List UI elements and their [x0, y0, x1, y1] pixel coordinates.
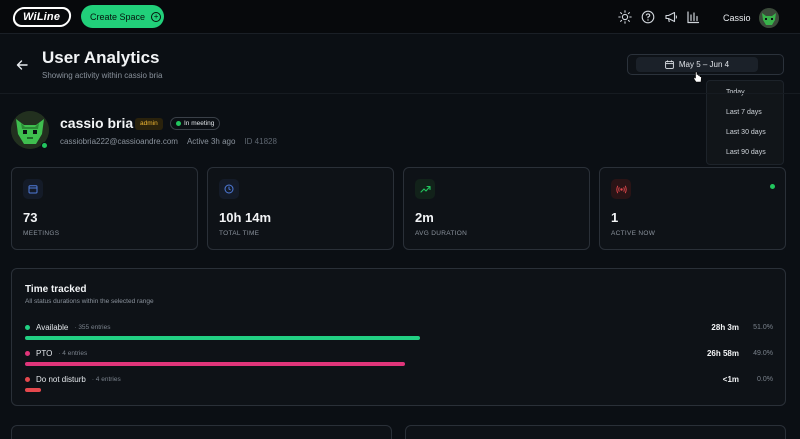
status-color-dot	[25, 351, 30, 356]
status-bar-pto	[25, 362, 405, 366]
stat-value: 10h 14m	[219, 210, 272, 225]
range-option-90-days[interactable]: Last 90 days	[726, 149, 766, 156]
stat-card-active-now: 1 ACTIVE NOW	[599, 167, 786, 250]
role-badge: admin	[135, 118, 163, 130]
entry-count-value: 4 entries	[95, 376, 121, 383]
range-option-30-days[interactable]: Last 30 days	[726, 129, 766, 136]
broadcast-icon	[611, 179, 631, 199]
stat-value: 1	[611, 210, 619, 225]
status-duration: 26h 58m	[706, 349, 739, 358]
stat-label: AVG DURATION	[415, 230, 468, 237]
megaphone-icon[interactable]	[664, 10, 678, 24]
trending-up-icon	[415, 179, 435, 199]
entry-count-value: 4 entries	[62, 350, 88, 357]
clock-icon	[219, 179, 239, 199]
live-indicator-dot	[770, 184, 775, 189]
status-bar-available	[25, 336, 420, 340]
status-percent: 0.0%	[757, 376, 773, 383]
stat-label: TOTAL TIME	[219, 230, 260, 237]
create-space-button[interactable]: Create Space +	[81, 5, 164, 28]
entry-count-value: 355 entries	[78, 324, 111, 331]
header-divider	[0, 93, 800, 94]
stat-label: ACTIVE NOW	[611, 230, 656, 237]
range-option-7-days[interactable]: Last 7 days	[726, 109, 762, 116]
entry-count: · 4 entries	[91, 376, 121, 383]
profile-meta: cassiobria222@cassioandre.com Active 3h …	[60, 137, 277, 146]
logo-text: WiLine	[23, 11, 61, 23]
date-range-picker[interactable]: May 5 – Jun 4	[627, 54, 784, 75]
help-icon[interactable]	[641, 10, 655, 24]
status-percent: 49.0%	[753, 350, 773, 357]
stat-card-total-time: 10h 14m TOTAL TIME	[207, 167, 394, 250]
status-name: PTO	[36, 349, 53, 358]
profile-name: cassio bria	[60, 115, 134, 131]
status-color-dot	[25, 325, 30, 330]
user-menu-name: Cassio	[723, 13, 751, 23]
page-subtitle: Showing activity within cassio bria	[42, 71, 163, 80]
status-name: Do not disturb	[36, 375, 86, 384]
status-percent: 51.0%	[753, 324, 773, 331]
status-row-label: Available · 355 entries	[25, 323, 110, 332]
status-duration: 28h 3m	[711, 323, 739, 332]
stat-value: 73	[23, 210, 38, 225]
top-nav-bar: WiLine Create Space + Cassio	[0, 0, 800, 34]
status-name: Available	[36, 323, 69, 332]
profile-email: cassiobria222@cassioandre.com	[60, 137, 178, 146]
bottom-card-left	[11, 425, 392, 439]
mouse-pointer-icon	[693, 71, 702, 83]
profile-last-active: Active 3h ago	[186, 137, 236, 146]
user-menu[interactable]: Cassio	[723, 8, 779, 28]
plus-circle-icon: +	[151, 11, 162, 22]
status-text: In meeting	[184, 120, 215, 127]
calendar-icon	[665, 60, 674, 69]
status-row-label: PTO · 4 entries	[25, 349, 87, 358]
user-avatar	[758, 8, 779, 28]
time-tracked-panel: Time tracked All status durations within…	[11, 268, 786, 406]
date-range-selected[interactable]: May 5 – Jun 4	[636, 57, 758, 72]
status-bar-do-not-disturb	[25, 388, 41, 392]
stat-label: MEETINGS	[23, 230, 60, 237]
status-duration: <1m	[722, 375, 739, 384]
time-tracked-title: Time tracked	[25, 284, 87, 295]
entry-count: · 4 entries	[58, 350, 88, 357]
status-badge: In meeting	[170, 117, 221, 130]
date-range-label: May 5 – Jun 4	[678, 60, 730, 69]
calendar-icon	[23, 179, 43, 199]
status-color-dot	[25, 377, 30, 382]
back-arrow-icon[interactable]	[15, 58, 29, 72]
create-space-label: Create Space	[90, 11, 146, 22]
stat-card-meetings: 73 MEETINGS	[11, 167, 198, 250]
entry-count: · 355 entries	[74, 324, 111, 331]
profile-id: ID 41828	[244, 137, 277, 146]
stat-card-avg-duration: 2m AVG DURATION	[403, 167, 590, 250]
sun-icon[interactable]	[618, 10, 632, 24]
stat-value: 2m	[415, 210, 434, 225]
wiline-logo[interactable]: WiLine	[11, 7, 73, 27]
status-dot	[176, 121, 181, 126]
time-tracked-subtitle: All status durations within the selected…	[25, 298, 154, 305]
status-row-label: Do not disturb · 4 entries	[25, 375, 121, 384]
page-title: User Analytics	[42, 48, 160, 67]
analytics-icon[interactable]	[686, 10, 700, 24]
bottom-card-right	[405, 425, 786, 439]
online-status-dot	[41, 142, 48, 149]
